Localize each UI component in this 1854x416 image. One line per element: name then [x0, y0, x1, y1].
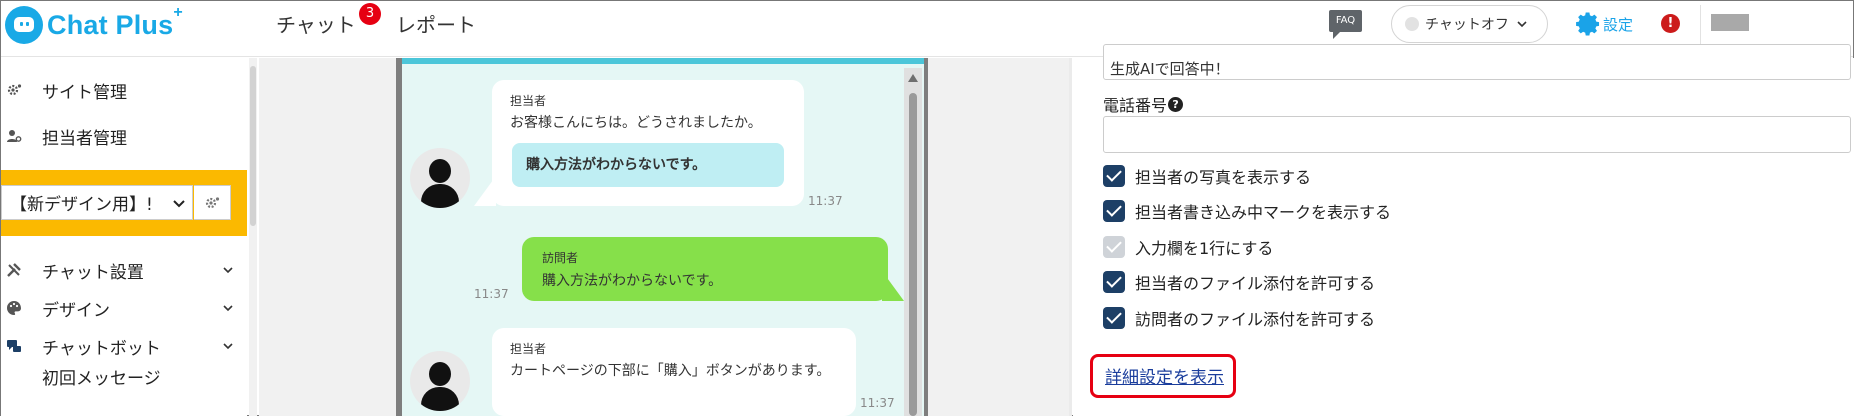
site-settings-button[interactable] [194, 185, 231, 220]
message-time: 11:37 [860, 396, 895, 410]
site-gear-icon [7, 84, 22, 96]
sidebar-item-label: 担当者管理 [42, 128, 127, 149]
chat-preview-scrollbar[interactable] [904, 68, 922, 416]
visitor-message-bubble: 訪問者 購入方法がわからないです。 [522, 237, 888, 301]
site-select-dropdown[interactable]: 【新デザイン用】! [1, 185, 193, 220]
checkbox-label: 担当者のファイル添付を許可する [1135, 274, 1376, 293]
settings-button[interactable]: 設定 [1575, 11, 1633, 37]
sidebar-item-staff-management[interactable]: 担当者管理 [1, 121, 241, 151]
checkbox-label: 担当者の写真を表示する [1135, 168, 1312, 187]
checkbox-show-typing-mark[interactable]: 担当者書き込み中マークを表示する [1103, 199, 1391, 223]
logo-text: Chat Plus+ [47, 3, 183, 40]
message-time: 11:37 [808, 194, 843, 208]
chat-preview-scrollbar-thumb[interactable] [909, 93, 917, 416]
header-divider [1700, 5, 1701, 45]
settings-label: 設定 [1603, 15, 1634, 34]
phone-number-input[interactable] [1103, 116, 1851, 153]
chat-plus-logo[interactable]: Chat Plus+ [5, 3, 183, 45]
chat-count-badge: 3 [359, 3, 381, 25]
chat-status-dropdown[interactable]: チャットオフ [1391, 5, 1548, 43]
tools-icon [7, 263, 21, 277]
operator-message-bubble: 担当者 お客様こんにちは。どうされましたか。 購入方法がわからないです。 [492, 80, 804, 206]
gear-icon [1576, 12, 1600, 36]
nav-chat[interactable]: チャット [276, 9, 356, 38]
scroll-up-arrow-icon[interactable] [908, 74, 918, 82]
checkbox-checked-icon[interactable] [1103, 165, 1125, 187]
sidebar-scrollbar-thumb[interactable] [250, 66, 256, 226]
sidebar-item-label: デザイン [42, 300, 110, 321]
message-sender: 担当者 [510, 342, 547, 356]
logo-icon [5, 6, 43, 44]
site-selector-highlight: 【新デザイン用】! [1, 170, 247, 236]
checkbox-disabled-icon [1103, 236, 1125, 258]
sidebar-item-chatbot[interactable]: チャットボット [1, 331, 241, 361]
sidebar-item-site-management[interactable]: サイト管理 [1, 75, 241, 105]
chevron-down-icon [1517, 21, 1527, 28]
checkbox-checked-icon[interactable] [1103, 307, 1125, 329]
gear-icon [205, 196, 220, 208]
bubble-tail [882, 271, 904, 301]
alert-icon[interactable]: ! [1661, 14, 1680, 33]
phone-label: 電話番号? [1103, 92, 1184, 116]
sidebar-item-chat-install[interactable]: チャット設置 [1, 255, 241, 285]
checkbox-label: 訪問者のファイル添付を許可する [1135, 310, 1376, 329]
sidebar-item-label: 初回メッセージ [42, 368, 161, 389]
operator-avatar [410, 351, 470, 411]
chevron-down-icon [173, 200, 185, 208]
help-icon[interactable]: ? [1168, 96, 1184, 112]
checkbox-label: 入力欄を1行にする [1135, 239, 1274, 258]
sidebar-item-label: チャットボット [42, 338, 161, 359]
chevron-down-icon [223, 343, 233, 350]
checkbox-visitor-file-attach[interactable]: 訪問者のファイル添付を許可する [1103, 306, 1375, 330]
checkbox-checked-icon[interactable] [1103, 200, 1125, 222]
message-sender: 訪問者 [542, 251, 579, 265]
status-dot-icon [1405, 17, 1419, 31]
checkbox-operator-file-attach[interactable]: 担当者のファイル添付を許可する [1103, 270, 1375, 294]
checkbox-checked-icon[interactable] [1103, 271, 1125, 293]
message-sender: 担当者 [510, 94, 547, 108]
checkbox-label: 担当者書き込み中マークを表示する [1135, 203, 1392, 222]
nav-report[interactable]: レポート [396, 9, 476, 38]
site-select-value: 【新デザイン用】! [10, 195, 153, 215]
user-account-menu[interactable] [1711, 14, 1749, 31]
message-text: お客様こんにちは。どうされましたか。 [510, 115, 762, 131]
chevron-down-icon [223, 267, 233, 274]
sidebar-item-label: サイト管理 [42, 82, 127, 103]
sidebar: サイト管理 担当者管理 【新デザイン用】! チャット設置 デザイン チャットボッ… [1, 58, 247, 416]
chat-bubbles-icon [7, 340, 21, 352]
chat-preview-window: 担当者 お客様こんにちは。どうされましたか。 購入方法がわからないです。 11:… [402, 58, 924, 416]
bubble-tail [474, 176, 496, 206]
checkbox-single-line-input: 入力欄を1行にする [1103, 235, 1273, 259]
operator-status-text-input[interactable]: 生成AIで回答中！ [1103, 44, 1851, 80]
sidebar-item-design[interactable]: デザイン [1, 293, 241, 323]
palette-icon [7, 301, 21, 315]
sidebar-scrollbar[interactable] [249, 58, 257, 416]
message-time: 11:37 [474, 287, 509, 301]
chat-settings-panel: 生成AIで回答中！ 電話番号? 担当者の写真を表示する 担当者書き込み中マークを… [1073, 44, 1854, 416]
sidebar-subitem-first-message[interactable]: 初回メッセージ [1, 361, 241, 391]
message-text: 購入方法がわからないです。 [542, 273, 723, 289]
chevron-down-icon [223, 305, 233, 312]
chat-preview-topbar [402, 58, 924, 64]
faq-icon[interactable]: FAQ [1329, 10, 1362, 39]
operator-message-bubble: 担当者 カートページの下部に「購入」ボタンがあります。 [492, 328, 856, 416]
chat-status-label: チャットオフ [1425, 17, 1509, 33]
panel-divider [1069, 58, 1072, 416]
users-icon [7, 130, 22, 142]
checkbox-show-operator-photo[interactable]: 担当者の写真を表示する [1103, 164, 1311, 188]
quick-reply-button[interactable]: 購入方法がわからないです。 [512, 143, 784, 187]
sidebar-item-label: チャット設置 [42, 262, 144, 283]
message-text: カートページの下部に「購入」ボタンがあります。 [510, 363, 831, 379]
operator-avatar [410, 148, 470, 208]
show-advanced-settings-link[interactable]: 詳細設定を表示 [1105, 363, 1224, 388]
